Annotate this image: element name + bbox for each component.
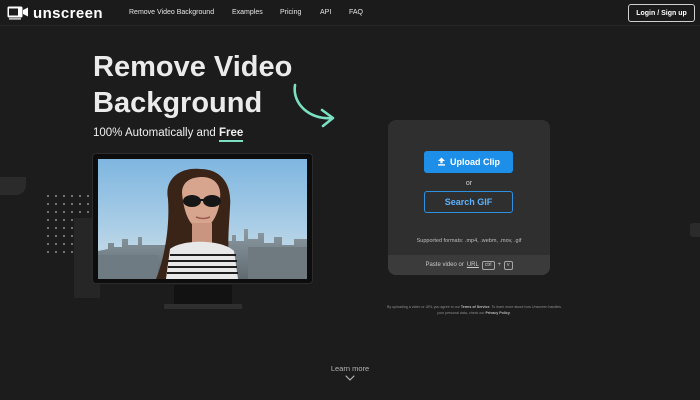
brand-logo[interactable]: unscreen <box>7 4 103 22</box>
top-navbar: unscreen Remove Video Background Example… <box>0 0 700 26</box>
hero-subtitle: 100% Automatically and Free <box>93 127 244 142</box>
chevron-down-icon[interactable] <box>345 375 355 381</box>
decorative-block <box>690 223 700 237</box>
terms-of-service-link[interactable]: Terms of Service <box>461 305 490 309</box>
keyboard-plus: + <box>497 262 502 268</box>
terms-text: . <box>509 311 511 315</box>
monitor-stand <box>174 285 232 305</box>
keyboard-key-ctrl: ctrl <box>481 260 495 270</box>
or-separator: or <box>465 180 473 187</box>
nav-link-api[interactable]: API <box>320 9 331 16</box>
decorative-block <box>0 177 26 195</box>
terms-text: By uploading a video or URL you agree to… <box>387 305 461 309</box>
privacy-policy-link[interactable]: Privacy Policy <box>485 311 509 315</box>
keyboard-key-v: v <box>504 260 513 270</box>
curved-arrow-icon <box>293 83 335 128</box>
nav-link-remove-video-background[interactable]: Remove Video Background <box>129 9 214 16</box>
terms-notice: By uploading a video or URL you agree to… <box>384 304 564 316</box>
hero-subtitle-free: Free <box>218 127 244 142</box>
upload-clip-button[interactable]: Upload Clip <box>424 151 513 173</box>
paste-label: Paste video or <box>425 262 464 268</box>
paste-url-bar[interactable]: Paste video or URL ctrl + v <box>388 255 550 275</box>
supported-formats-text: Supported formats: .mp4, .webm, .mov, .g… <box>416 238 522 244</box>
upload-panel: Upload Clip or Search GIF Supported form… <box>388 120 550 275</box>
learn-more-link[interactable]: Learn more <box>300 364 400 373</box>
hero-subtitle-text: 100% Automatically and <box>93 127 219 139</box>
monitor-stand-base <box>164 304 242 309</box>
demo-video-preview <box>98 159 307 279</box>
login-signup-button[interactable]: Login / Sign up <box>628 4 695 22</box>
upload-icon <box>437 157 446 168</box>
nav-link-pricing[interactable]: Pricing <box>280 9 301 16</box>
brand-name: unscreen <box>33 4 103 22</box>
unscreen-logo-icon <box>7 6 29 20</box>
nav-link-faq[interactable]: FAQ <box>349 9 363 16</box>
nav-link-examples[interactable]: Examples <box>232 9 263 16</box>
upload-clip-label: Upload Clip <box>450 157 500 167</box>
paste-url-link[interactable]: URL <box>467 262 479 268</box>
search-gif-button[interactable]: Search GIF <box>424 191 513 213</box>
demo-monitor <box>92 153 313 284</box>
